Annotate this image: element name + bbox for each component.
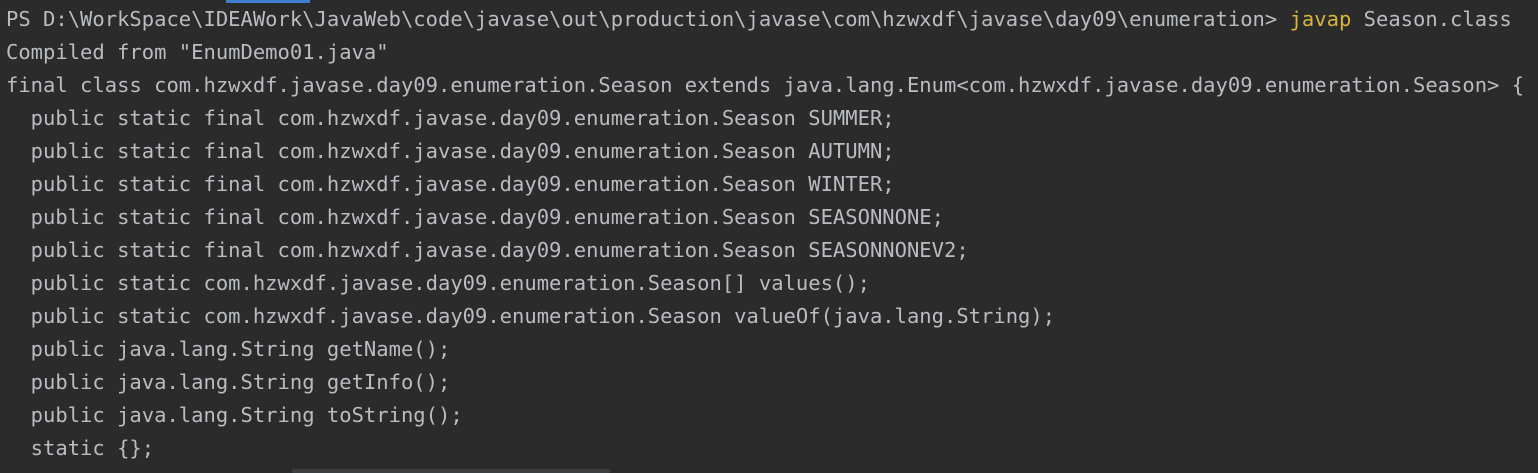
output-line-method-getname: public java.lang.String getName(); — [6, 337, 451, 361]
output-line-field-summer: public static final com.hzwxdf.javase.da… — [6, 106, 895, 130]
output-line-method-valueof: public static com.hzwxdf.javase.day09.en… — [6, 304, 1056, 328]
horizontal-scrollbar[interactable] — [292, 469, 610, 473]
shell-prompt: PS D:\WorkSpace\IDEAWork\JavaWeb\code\ja… — [6, 7, 1290, 31]
output-line-compiled-from: Compiled from "EnumDemo01.java" — [6, 40, 389, 64]
output-line-field-seasonnonev2: public static final com.hzwxdf.javase.da… — [6, 238, 969, 262]
command-name: javap — [1289, 7, 1352, 31]
output-line-static-initializer: static {}; — [6, 436, 155, 460]
terminal-output[interactable]: PS D:\WorkSpace\IDEAWork\JavaWeb\code\ja… — [6, 3, 1538, 465]
output-line-class-declaration: final class com.hzwxdf.javase.day09.enum… — [6, 73, 1525, 97]
output-line-field-seasonnone: public static final com.hzwxdf.javase.da… — [6, 205, 944, 229]
output-line-field-autumn: public static final com.hzwxdf.javase.da… — [6, 139, 895, 163]
terminal-window[interactable]: PS D:\WorkSpace\IDEAWork\JavaWeb\code\ja… — [0, 0, 1538, 473]
command-arguments: Season.class — [1351, 7, 1512, 31]
command-line: PS D:\WorkSpace\IDEAWork\JavaWeb\code\ja… — [6, 3, 1538, 36]
output-line-method-getinfo: public java.lang.String getInfo(); — [6, 370, 451, 394]
output-line-method-tostring: public java.lang.String toString(); — [6, 403, 463, 427]
output-line-method-values: public static com.hzwxdf.javase.day09.en… — [6, 271, 870, 295]
output-line-field-winter: public static final com.hzwxdf.javase.da… — [6, 172, 895, 196]
